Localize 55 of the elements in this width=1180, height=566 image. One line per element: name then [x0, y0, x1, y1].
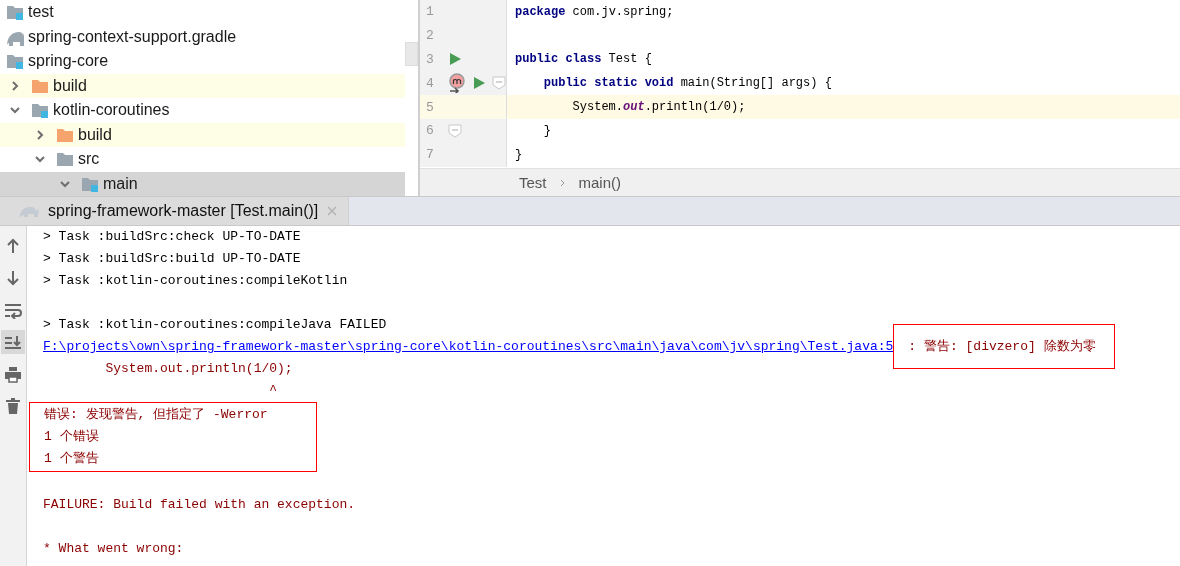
chevron-right-icon[interactable]	[34, 128, 46, 141]
code-line: public class Test {	[515, 52, 652, 67]
method-badge-icon	[448, 73, 466, 94]
console-line: ^	[268, 382, 279, 400]
trash-icon[interactable]	[4, 397, 22, 415]
code-line: }	[542, 123, 551, 138]
tree-item[interactable]: src	[0, 147, 405, 172]
fold-icon	[492, 76, 506, 91]
console-line: > Task :kotlin-coroutines:compileKotlin	[43, 272, 349, 290]
breadcrumb[interactable]: main()	[578, 174, 622, 191]
breadcrumb[interactable]: Test	[519, 174, 547, 191]
scrollbar-thumb[interactable]	[405, 42, 418, 66]
code-line: System.out.println(1/0);	[571, 100, 746, 115]
console-line: FAILURE: Build failed with an exception.	[43, 496, 357, 514]
printer-icon[interactable]	[4, 365, 22, 383]
folder-icon	[56, 150, 74, 169]
fold-icon	[448, 123, 462, 138]
line-number: 1	[425, 4, 435, 20]
folder-icon	[31, 101, 49, 120]
warning-message: : 警告: [divzero] 除数为零	[893, 324, 1115, 369]
run-icon[interactable]	[472, 76, 486, 91]
file-path-link[interactable]: F:\projects\own\spring-framework-master\spring-core\kotlin-coroutines\src\main\java\com\jv\spring\Test.java:5	[43, 339, 894, 354]
tree-item[interactable]: spring-context-support.gradle	[0, 24, 405, 49]
tree-item[interactable]: build	[0, 122, 405, 147]
console-line: > Task :kotlin-coroutines:compileJava FAILED	[43, 316, 388, 334]
line-number: 2	[425, 28, 435, 44]
tree-item[interactable]: build	[0, 73, 405, 98]
code-line: package com.jv.spring;	[515, 4, 674, 19]
console-line: * What went wrong:	[43, 540, 185, 558]
console-line: 错误: 发现警告, 但指定了 -Werror	[44, 406, 268, 424]
code-line: }	[515, 147, 523, 162]
folder-icon	[6, 3, 24, 22]
tree-item[interactable]: kotlin-coroutines	[0, 98, 405, 123]
tree-item[interactable]: test	[0, 0, 405, 25]
line-number: 7	[425, 147, 435, 163]
code-line: public static void main(String[] args) {	[542, 76, 832, 91]
line-number: 4	[425, 75, 435, 91]
line-number: 3	[425, 52, 435, 67]
chevron-right-icon	[558, 177, 567, 188]
console-line: > Task :buildSrc:build UP-TO-DATE	[43, 250, 302, 268]
arrow-down-icon[interactable]	[4, 269, 22, 287]
scroll-to-end-icon[interactable]	[4, 333, 22, 351]
run-tab[interactable]: spring-framework-master [Test.main()]	[0, 197, 350, 225]
line-number: 6	[425, 123, 435, 139]
tree-item[interactable]: spring-core	[0, 49, 405, 74]
console-line: 1 个警告	[44, 450, 100, 468]
console-line: 1 个错误	[44, 428, 100, 446]
console-line: System.out.println(1/0);	[104, 360, 294, 378]
line-number: 5	[425, 99, 435, 115]
wrap-icon[interactable]	[4, 301, 22, 319]
console-line: > Task :buildSrc:check UP-TO-DATE	[43, 228, 302, 246]
chevron-right-icon[interactable]	[9, 79, 21, 92]
run-icon[interactable]	[448, 52, 462, 67]
folder-icon	[6, 52, 24, 71]
tree-item[interactable]: main	[0, 171, 405, 196]
